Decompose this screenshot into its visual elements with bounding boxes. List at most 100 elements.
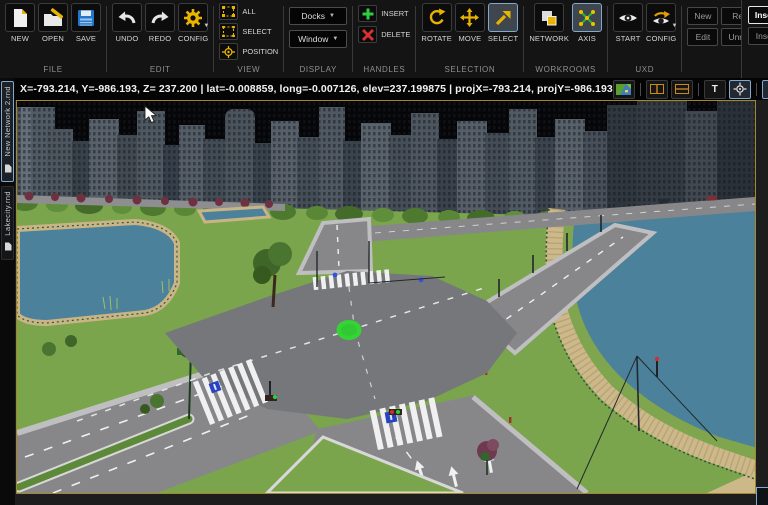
subnetwork-edit-button[interactable]: Edit xyxy=(687,28,719,46)
ribbon-group-selection: Rotate Move Select Selection xyxy=(416,0,523,78)
minimap-icon[interactable] xyxy=(612,79,635,99)
select-button-label: Select xyxy=(487,34,519,43)
chevron-down-icon: ▼ xyxy=(329,13,335,19)
ribbon-group-display: Docks ▼ Window ▼ Display xyxy=(284,0,352,78)
select-button[interactable]: Select xyxy=(488,3,518,43)
window-dropdown-label: Window xyxy=(298,34,329,44)
window-dropdown[interactable]: Window ▼ xyxy=(289,30,348,48)
file-group-label: File xyxy=(43,65,63,74)
config-dropdown-caret: ▼ xyxy=(203,23,210,29)
move-icon xyxy=(454,3,485,32)
rotate-button[interactable]: Rotate xyxy=(421,3,452,43)
undo-button-label: Undo xyxy=(115,34,139,43)
redo-button[interactable]: Redo xyxy=(145,3,175,43)
undo-button[interactable]: Undo xyxy=(112,3,142,43)
split-horizontal-icon[interactable] xyxy=(670,79,693,99)
view-select-label: Select xyxy=(242,27,272,36)
docks-dropdown[interactable]: Docks ▼ xyxy=(289,7,348,25)
open-button[interactable]: Open xyxy=(38,3,68,43)
uxd-config-label: Config xyxy=(646,34,677,43)
new-button[interactable]: New xyxy=(5,3,35,43)
redo-arrow-icon xyxy=(145,3,175,32)
file-tab-label: Lakecity.rnd xyxy=(3,190,12,236)
docked-panel-corner[interactable] xyxy=(756,487,768,505)
ribbon-group-uxd: Start ▼ Config UXD xyxy=(608,0,681,78)
view-position-button[interactable]: Position xyxy=(219,43,278,60)
ribbon-toolbar: New Open Save File U xyxy=(0,0,768,79)
ribbon-group-view: All Select Position View xyxy=(214,0,283,78)
network-workroom-button[interactable]: Network xyxy=(529,3,569,43)
insert-button-2[interactable]: Insert xyxy=(747,27,768,45)
file-tab-sidebar: New Network 2.rnd Lakecity.rnd xyxy=(0,78,15,505)
scene-viewport[interactable] xyxy=(12,100,758,495)
crosshair-tool-button[interactable] xyxy=(728,79,751,99)
save-floppy-icon xyxy=(71,3,101,32)
axis-workroom-button[interactable]: Axis xyxy=(572,3,603,43)
status-bar: X=-793.214, Y=-986.193, Z= 237.200 | lat… xyxy=(15,78,768,100)
axis-workroom-icon xyxy=(572,3,603,32)
ribbon-group-edit: Undo Redo ▼ Config Edit xyxy=(107,0,213,78)
rotate-icon xyxy=(421,3,452,32)
split-vertical-icon[interactable] xyxy=(645,79,668,99)
mini-toolbar-separator xyxy=(639,82,641,96)
open-folder-icon xyxy=(38,3,68,32)
mini-toolbar-separator xyxy=(755,82,757,96)
mini-toolbar-separator xyxy=(697,82,699,96)
view-all-label: All xyxy=(242,7,256,16)
plus-icon xyxy=(358,5,378,22)
save-button[interactable]: Save xyxy=(71,3,101,43)
text-tool-glyph: T xyxy=(711,83,718,95)
chevron-down-icon: ▼ xyxy=(332,36,339,42)
viewport-mini-toolbar: T ▼ xyxy=(612,79,768,99)
view-all-button[interactable]: All xyxy=(219,3,278,20)
edit-config-button[interactable]: ▼ Config xyxy=(178,3,210,43)
uxd-start-label: Start xyxy=(615,34,641,43)
file-tab-lakecity[interactable]: Lakecity.rnd xyxy=(1,185,14,261)
file-tab-new-network[interactable]: New Network 2.rnd xyxy=(1,81,14,182)
new-button-label: New xyxy=(10,34,30,43)
view-select-button[interactable]: Select xyxy=(219,23,278,40)
insert-handle-button[interactable]: Insert xyxy=(358,5,410,22)
uxd-start-button[interactable]: Start xyxy=(613,3,644,43)
text-tool-button[interactable]: T xyxy=(703,79,726,99)
coordinate-readout: X=-793.214, Y=-986.193, Z= 237.200 | lat… xyxy=(20,83,613,95)
ribbon-group-file: New Open Save File xyxy=(0,0,106,78)
left-pond xyxy=(14,218,180,327)
view-position-label: Position xyxy=(242,47,279,56)
view-select-icon xyxy=(219,23,239,40)
insert-handle-label: Insert xyxy=(381,9,409,18)
view-group-label: View xyxy=(237,65,261,74)
uxd-group-label: UXD xyxy=(635,65,655,74)
move-button-label: Move xyxy=(458,34,482,43)
redo-button-label: Redo xyxy=(148,34,172,43)
ribbon-group-insert-clipped: Insert Insert xyxy=(740,0,768,78)
scene-canvas[interactable] xyxy=(12,101,758,495)
edit-group-label: Edit xyxy=(149,65,171,74)
workrooms-group-label: Workrooms xyxy=(535,65,596,74)
delete-handle-button[interactable]: Delete xyxy=(358,26,410,43)
axis-workroom-label: Axis xyxy=(578,34,596,43)
ribbon-group-workrooms: Network Axis Workrooms xyxy=(524,0,607,78)
undo-arrow-icon xyxy=(112,3,142,32)
network-workroom-label: Network xyxy=(529,34,570,43)
handles-group-label: Handles xyxy=(363,65,406,74)
green-marker-toggle[interactable] xyxy=(761,79,768,99)
config-dropdown-caret: ▼ xyxy=(671,23,678,29)
uxd-config-button[interactable]: ▼ Config xyxy=(646,3,678,43)
display-group-label: Display xyxy=(299,65,337,74)
red-x-icon xyxy=(358,26,378,43)
move-button[interactable]: Move xyxy=(454,3,485,43)
document-icon xyxy=(4,238,12,256)
selection-marker-green[interactable] xyxy=(336,320,362,340)
subnetwork-new-button[interactable]: New xyxy=(687,7,719,25)
open-button-label: Open xyxy=(41,34,65,43)
edit-config-button-label: Config xyxy=(178,34,209,43)
new-document-icon xyxy=(5,3,35,32)
docks-dropdown-label: Docks xyxy=(301,11,326,21)
document-icon xyxy=(4,160,12,178)
insert-button-1[interactable]: Insert xyxy=(747,6,768,24)
rotate-button-label: Rotate xyxy=(421,34,452,43)
selection-group-label: Selection xyxy=(444,65,496,74)
eye-icon xyxy=(613,3,644,32)
delete-handle-label: Delete xyxy=(381,30,411,39)
